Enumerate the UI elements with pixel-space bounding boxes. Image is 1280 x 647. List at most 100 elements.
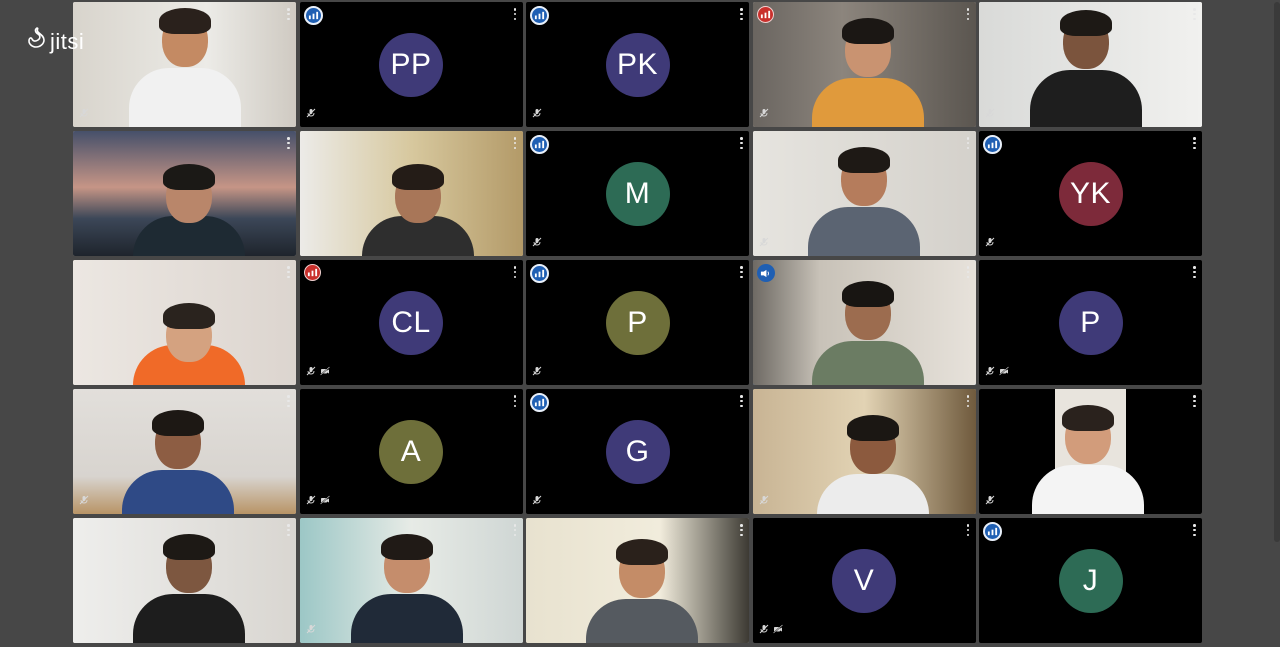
- tile-status-indicators: [759, 234, 769, 252]
- tile-status-indicators: [759, 621, 783, 639]
- participant-tile[interactable]: [73, 2, 296, 127]
- more-options-icon[interactable]: [740, 266, 743, 278]
- participant-tile[interactable]: YK: [979, 131, 1202, 256]
- mic-muted-icon: [985, 492, 995, 510]
- more-options-icon[interactable]: [513, 137, 517, 149]
- participant-tile[interactable]: CL: [299, 260, 523, 385]
- participant-avatar: P: [605, 290, 670, 355]
- more-options-icon[interactable]: [513, 524, 517, 536]
- more-options-icon[interactable]: [966, 266, 970, 278]
- more-options-icon[interactable]: [287, 8, 290, 20]
- mic-muted-icon: [306, 492, 316, 510]
- jitsi-logo-icon: [26, 26, 48, 58]
- participant-avatar: J: [1058, 548, 1123, 613]
- participant-video: [752, 131, 976, 256]
- more-options-icon[interactable]: [1193, 524, 1196, 536]
- mic-muted-icon: [985, 105, 995, 123]
- camera-off-icon: [319, 492, 330, 510]
- tile-status-indicators: [79, 492, 89, 510]
- participant-tile[interactable]: [299, 518, 523, 643]
- camera-off-icon: [772, 621, 783, 639]
- participant-tile[interactable]: [73, 260, 296, 385]
- more-options-icon[interactable]: [966, 524, 970, 536]
- mic-muted-icon: [759, 234, 769, 252]
- more-options-icon[interactable]: [287, 137, 290, 149]
- more-options-icon[interactable]: [966, 395, 970, 407]
- more-options-icon[interactable]: [740, 395, 743, 407]
- poor-connection-indicator-icon[interactable]: [756, 6, 774, 23]
- connection-indicator-icon[interactable]: [530, 6, 549, 25]
- tile-status-indicators: [79, 105, 89, 123]
- participant-tile[interactable]: P: [979, 260, 1202, 385]
- participant-tile[interactable]: [752, 260, 976, 385]
- more-options-icon[interactable]: [513, 395, 517, 407]
- participant-tile[interactable]: J: [979, 518, 1202, 643]
- mic-muted-icon: [759, 621, 769, 639]
- participant-avatar: A: [379, 419, 443, 484]
- participant-video: [73, 131, 296, 256]
- more-options-icon[interactable]: [1193, 266, 1196, 278]
- participant-tile[interactable]: V: [752, 518, 976, 643]
- participant-tile[interactable]: [299, 131, 523, 256]
- connection-indicator-icon[interactable]: [983, 135, 1002, 154]
- more-options-icon[interactable]: [740, 137, 743, 149]
- participant-tile[interactable]: G: [526, 389, 749, 514]
- more-options-icon[interactable]: [513, 266, 517, 278]
- scrollbar[interactable]: [1274, 2, 1280, 542]
- connection-indicator-icon[interactable]: [530, 264, 549, 283]
- jitsi-watermark[interactable]: jitsi: [26, 26, 84, 58]
- participant-video: [526, 518, 749, 643]
- participant-video: [752, 2, 976, 127]
- participant-video: [752, 260, 976, 385]
- more-options-icon[interactable]: [966, 137, 970, 149]
- participant-tile[interactable]: [752, 389, 976, 514]
- poor-connection-indicator-icon[interactable]: [303, 264, 321, 281]
- dominant-speaker-icon[interactable]: [756, 264, 775, 282]
- tile-status-indicators: [985, 363, 1009, 381]
- camera-off-icon: [999, 363, 1009, 381]
- tile-status-indicators: [985, 492, 995, 510]
- participant-tile[interactable]: [73, 389, 296, 514]
- participant-tile[interactable]: A: [299, 389, 523, 514]
- connection-indicator-icon[interactable]: [983, 522, 1002, 541]
- participant-tile[interactable]: [526, 518, 749, 643]
- watermark-text: jitsi: [50, 29, 85, 54]
- participant-tile[interactable]: [752, 131, 976, 256]
- tile-status-indicators: [532, 363, 542, 381]
- participant-avatar: P: [1058, 290, 1123, 355]
- participant-video: [979, 389, 1202, 514]
- participant-tile[interactable]: [73, 518, 296, 643]
- participant-avatar: PP: [379, 32, 443, 97]
- participant-tile[interactable]: PP: [299, 2, 523, 127]
- more-options-icon[interactable]: [740, 524, 743, 536]
- more-options-icon[interactable]: [287, 266, 290, 278]
- more-options-icon[interactable]: [287, 524, 290, 536]
- participant-avatar: CL: [379, 290, 443, 355]
- more-options-icon[interactable]: [1193, 137, 1196, 149]
- participant-tile[interactable]: P: [526, 260, 749, 385]
- participant-tile[interactable]: [979, 389, 1202, 514]
- more-options-icon[interactable]: [287, 395, 290, 407]
- participant-tile[interactable]: [979, 2, 1202, 127]
- tile-status-indicators: [306, 621, 316, 639]
- participant-tile[interactable]: [73, 131, 296, 256]
- tile-status-indicators: [985, 105, 995, 123]
- more-options-icon[interactable]: [513, 8, 517, 20]
- conference-stage: jitsi PP PK M YK CL P P A G V J: [0, 0, 1280, 647]
- participant-avatar: M: [605, 161, 670, 226]
- connection-indicator-icon[interactable]: [303, 6, 323, 25]
- mic-muted-icon: [985, 234, 995, 252]
- connection-indicator-icon[interactable]: [530, 393, 549, 412]
- mic-muted-icon: [759, 492, 769, 510]
- more-options-icon[interactable]: [1193, 395, 1196, 407]
- more-options-icon[interactable]: [740, 8, 743, 20]
- more-options-icon[interactable]: [966, 8, 970, 20]
- participant-avatar: V: [832, 548, 896, 613]
- connection-indicator-icon[interactable]: [530, 135, 549, 154]
- participant-tile[interactable]: PK: [526, 2, 749, 127]
- participant-tile[interactable]: [752, 2, 976, 127]
- more-options-icon[interactable]: [1193, 8, 1196, 20]
- participant-tile[interactable]: M: [526, 131, 749, 256]
- tile-status-indicators: [306, 492, 330, 510]
- participant-video: [73, 518, 296, 643]
